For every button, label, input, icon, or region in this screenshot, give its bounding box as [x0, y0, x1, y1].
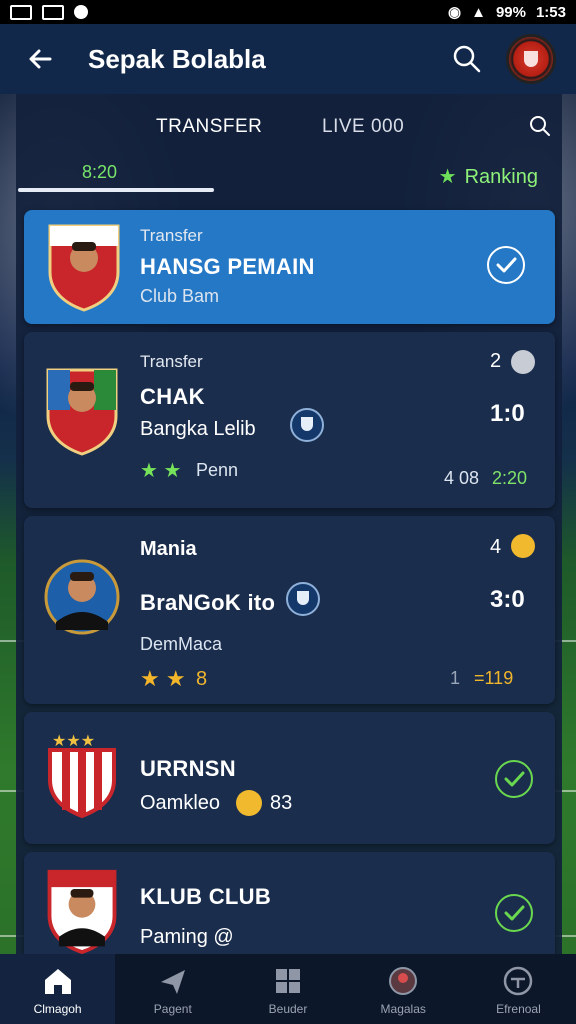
status-bar: ◉ ▲ 99% 1:53: [0, 0, 576, 24]
card-subtitle: Oamkleo: [140, 792, 221, 814]
rating-label: Penn: [196, 460, 239, 480]
notification-icon: [10, 4, 32, 20]
rating-stars: ★ ★: [140, 460, 182, 482]
arrow-left-icon[interactable]: [20, 39, 60, 79]
wifi-icon: ◉: [447, 4, 462, 21]
match-card[interactable]: Transfer CHAK Bangka Lelib ★ ★ Penn 2 1:…: [24, 332, 555, 508]
card-title: URRNSN: [140, 756, 236, 781]
nav-label: Pagent: [153, 1002, 192, 1016]
send-icon: [160, 970, 185, 994]
active-tab-indicator: [18, 188, 214, 192]
app-icon: [74, 5, 88, 19]
star-icon: ★: [438, 166, 457, 188]
player-crest: [44, 868, 120, 954]
bottom-navigation: Clmagoh Pagent Beuder Magalas Efrenoal: [0, 954, 576, 1024]
card-title: KLUB CLUB: [140, 884, 272, 909]
club-badge-icon: [290, 408, 324, 442]
search-icon[interactable]: [450, 42, 484, 76]
coin-count: 83: [270, 792, 293, 814]
club-logo[interactable]: [506, 34, 556, 84]
match-score: 1:0: [490, 400, 525, 427]
profile-icon: [504, 966, 533, 996]
signal-icon: ▲: [471, 3, 486, 21]
home-icon: [44, 969, 71, 994]
card-title: HANSG PEMAIN: [140, 254, 315, 279]
gold-coin-icon: [511, 534, 535, 558]
message-icon: [42, 4, 64, 20]
club-card[interactable]: KLUB CLUB Paming @: [24, 852, 555, 954]
player-crest: [46, 222, 122, 312]
rating-stars: ★ ★: [140, 666, 186, 691]
svg-text:★★★: ★★★: [52, 731, 95, 750]
tab-bar: TRANSFER LIVE 000: [16, 114, 562, 144]
minute-right: =119: [474, 668, 514, 688]
nav-efrenoal[interactable]: Efrenoal: [461, 954, 576, 1024]
subtab-time[interactable]: 8:20: [82, 162, 117, 183]
search-icon[interactable]: [528, 114, 552, 138]
rating-value: 8: [196, 668, 208, 690]
nav-pagent[interactable]: Pagent: [115, 954, 230, 1024]
tab-transfer[interactable]: TRANSFER: [156, 116, 262, 138]
check-icon[interactable]: [487, 246, 525, 284]
club-card[interactable]: ★★★ URRNSN Oamkleo 83: [24, 712, 555, 844]
nav-label: Magalas: [380, 1002, 426, 1016]
player-name: DemMaca: [140, 634, 223, 654]
coin-icon: [236, 790, 262, 816]
nav-beuder[interactable]: Beuder: [230, 954, 345, 1024]
nav-label: Beuder: [268, 1002, 308, 1016]
nav-magalas[interactable]: Magalas: [346, 954, 461, 1024]
ball-icon: [389, 967, 418, 995]
nav-label: Clmagoh: [33, 1002, 82, 1016]
card-kind: Transfer: [140, 226, 203, 245]
time-right: 2:20: [492, 468, 528, 488]
transfer-card[interactable]: Transfer HANSG PEMAIN Club Bam: [24, 210, 555, 324]
club-name: BraNGoK ito: [140, 590, 276, 615]
card-subtitle: Club Bam: [140, 286, 220, 306]
player-crest: [44, 366, 120, 456]
silver-coin-icon: [511, 350, 535, 374]
match-number: 2: [490, 350, 502, 372]
grid-icon: [276, 969, 300, 993]
card-title: CHAK: [140, 384, 205, 409]
ranking-link[interactable]: ★ Ranking: [439, 164, 538, 189]
card-kind: Mania: [140, 538, 197, 560]
app-title: Sepak Bolabla: [88, 43, 266, 74]
tab-live[interactable]: LIVE 000: [322, 116, 404, 138]
clock: 1:53: [535, 3, 566, 21]
match-number: 4: [490, 536, 502, 558]
time-left: 4 08: [444, 468, 480, 488]
check-icon[interactable]: [495, 894, 533, 932]
card-subtitle: Paming @: [140, 926, 234, 948]
card-kind: Transfer: [140, 352, 203, 371]
ranking-label: Ranking: [464, 166, 538, 188]
player-crest: [44, 552, 120, 642]
club-crest: ★★★: [44, 730, 120, 820]
match-card[interactable]: Mania BraNGoK ito DemMaca ★ ★ 8 4 3:0 1 …: [24, 516, 555, 704]
match-score: 3:0: [490, 586, 525, 613]
minute-left: 1: [450, 668, 461, 688]
battery-level: 99%: [495, 3, 526, 21]
club-name: Bangka Lelib: [140, 418, 256, 440]
club-badge-icon: [286, 582, 320, 616]
app-bar: Sepak Bolabla: [0, 24, 576, 94]
nav-home[interactable]: Clmagoh: [0, 954, 116, 1024]
check-icon[interactable]: [495, 760, 533, 798]
nav-label: Efrenoal: [496, 1002, 541, 1016]
